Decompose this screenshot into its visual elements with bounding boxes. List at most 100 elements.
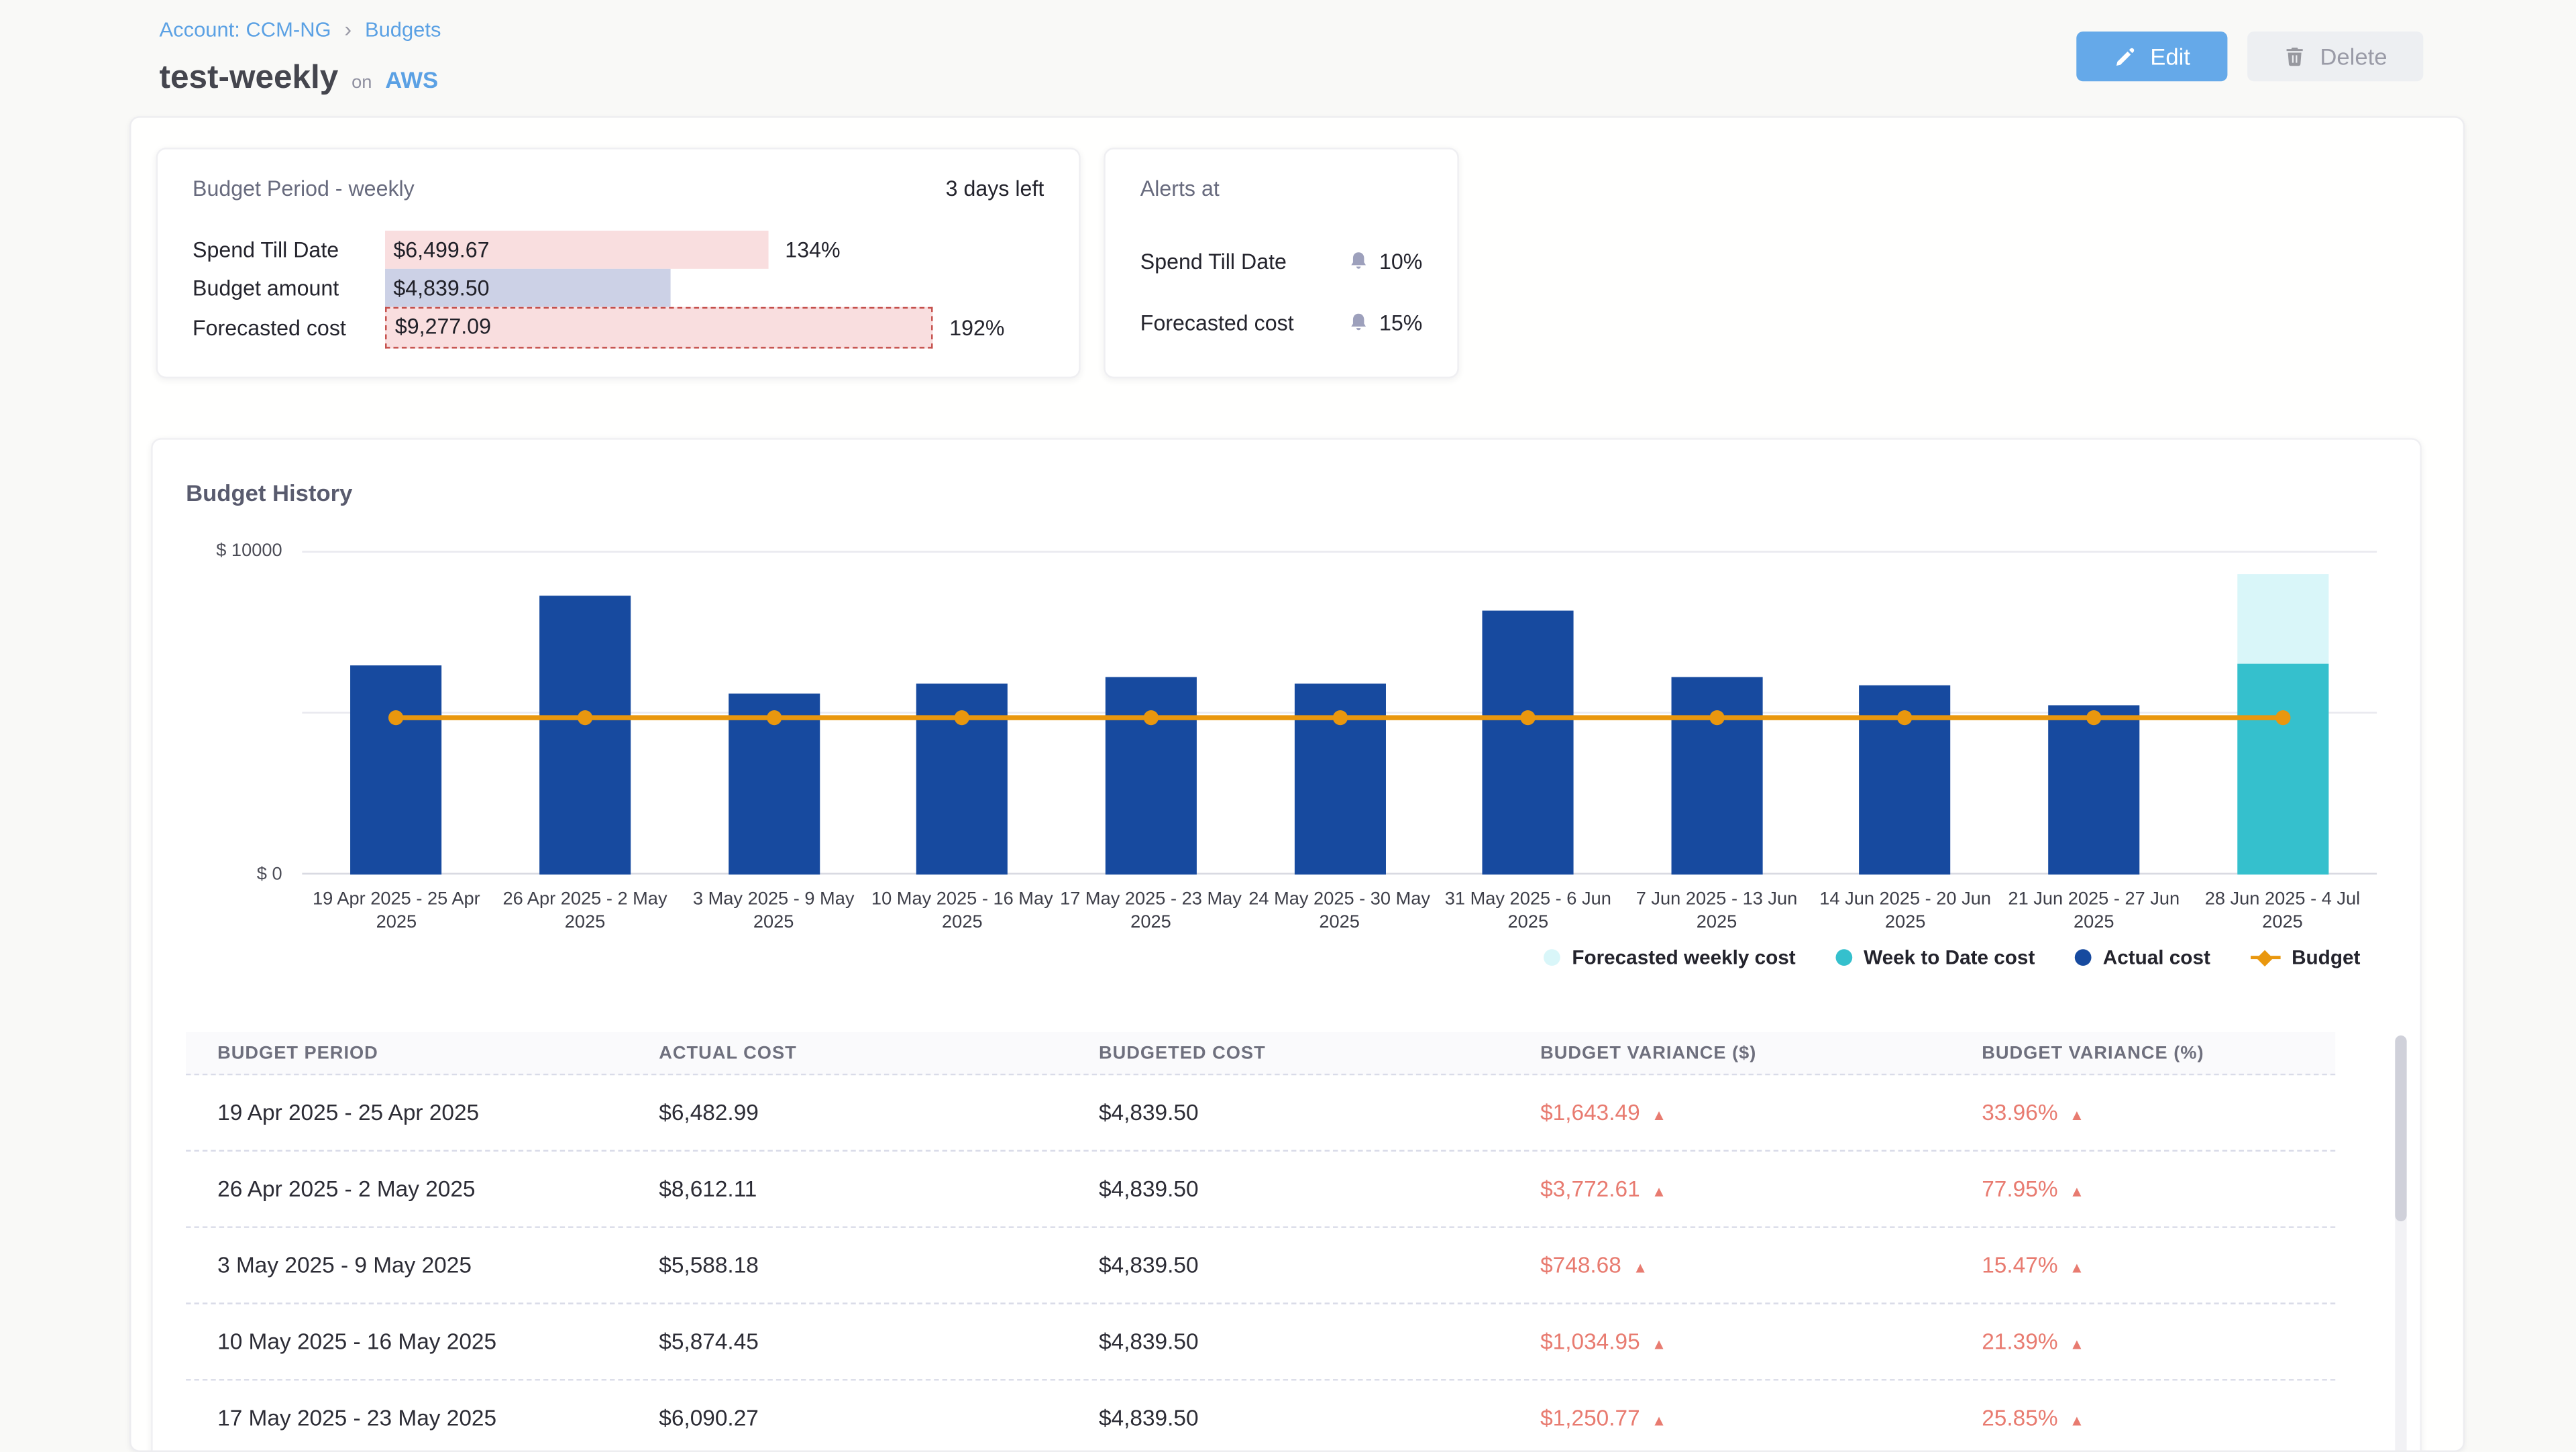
- alert-threshold: 15%: [1379, 309, 1422, 334]
- chart-bar-week-to-date[interactable]: [2237, 664, 2328, 875]
- x-axis-label: 17 May 2025 - 23 May 2025: [1060, 888, 1242, 936]
- budget-period-bar: $4,839.50: [385, 269, 671, 307]
- chart-bar-actual[interactable]: [1671, 678, 1762, 875]
- cell-actual-cost: $6,482.99: [627, 1100, 1067, 1125]
- variance-up-arrow-icon: ▲: [2070, 1183, 2084, 1200]
- table-row: 17 May 2025 - 23 May 2025$6,090.27$4,839…: [186, 1381, 2335, 1452]
- alert-label: Forecasted cost: [1140, 309, 1348, 334]
- cell-budget-period: 19 Apr 2025 - 25 Apr 2025: [186, 1100, 627, 1125]
- budget-period-card: Budget Period - weekly 3 days left Spend…: [156, 148, 1081, 378]
- cell-budgeted-cost: $4,839.50: [1067, 1329, 1509, 1354]
- table-scrollbar-thumb[interactable]: [2395, 1036, 2406, 1221]
- chart-legend: Forecasted weekly cost Week to Date cost A…: [1544, 946, 2360, 969]
- cell-actual-cost: $5,588.18: [627, 1253, 1067, 1278]
- bell-icon: [1348, 249, 1369, 271]
- budget-period-row-label: Budget amount: [193, 269, 339, 307]
- x-axis-label: 28 Jun 2025 - 4 Jul 2025: [2192, 888, 2373, 936]
- alert-label: Spend Till Date: [1140, 248, 1348, 273]
- legend-swatch-dot: [1544, 949, 1560, 966]
- budget-period-row-label: Forecasted cost: [193, 307, 346, 349]
- alerts-card: Alerts at Spend Till Date10%Forecasted c…: [1104, 148, 1458, 378]
- variance-up-arrow-icon: ▲: [1652, 1412, 1666, 1429]
- legend-label: Actual cost: [2103, 946, 2210, 969]
- breadcrumb-account-link[interactable]: Account: CCM-NG: [160, 17, 331, 41]
- x-axis-label: 21 Jun 2025 - 27 Jun 2025: [2003, 888, 2185, 936]
- x-axis-label: 24 May 2025 - 30 May 2025: [1248, 888, 1430, 936]
- cell-budget-period: 10 May 2025 - 16 May 2025: [186, 1329, 627, 1354]
- variance-up-arrow-icon: ▲: [2070, 1336, 2084, 1353]
- legend-item-forecasted-weekly-cost[interactable]: Forecasted weekly cost: [1544, 946, 1795, 969]
- cell-budgeted-cost: $4,839.50: [1067, 1176, 1509, 1201]
- table-header-cell: BUDGET VARIANCE ($): [1509, 1043, 1950, 1063]
- header-actions: Edit Delete: [2076, 32, 2423, 81]
- chart-bar-actual[interactable]: [539, 596, 631, 874]
- legend-item-budget[interactable]: Budget: [2250, 946, 2360, 969]
- variance-up-arrow-icon: ▲: [1633, 1260, 1648, 1276]
- cell-budgeted-cost: $4,839.50: [1067, 1406, 1509, 1431]
- table-row: 19 Apr 2025 - 25 Apr 2025$6,482.99$4,839…: [186, 1075, 2335, 1152]
- cell-budget-period: 3 May 2025 - 9 May 2025: [186, 1253, 627, 1278]
- page-title-row: test-weekly on AWS: [160, 60, 439, 98]
- chart-bar-actual[interactable]: [1105, 677, 1196, 875]
- edit-button-label: Edit: [2150, 43, 2190, 70]
- x-axis-label: 3 May 2025 - 9 May 2025: [683, 888, 865, 936]
- table-scrollbar[interactable]: [2395, 1036, 2406, 1452]
- edit-button[interactable]: Edit: [2076, 32, 2227, 81]
- trash-icon: [2284, 45, 2305, 68]
- breadcrumb-budgets-link[interactable]: Budgets: [365, 17, 441, 41]
- pencil-icon: [2114, 46, 2135, 67]
- cell-budget-variance-pct: 33.96%▲: [1950, 1100, 2335, 1125]
- legend-label: Week to Date cost: [1864, 946, 2035, 969]
- y-axis-tick-max: $ 10000: [166, 541, 282, 561]
- table-header-cell: BUDGETED COST: [1067, 1043, 1509, 1063]
- budget-period-title: Budget Period - weekly: [193, 176, 415, 201]
- delete-button[interactable]: Delete: [2247, 32, 2423, 81]
- chart-bar-actual[interactable]: [2048, 706, 2139, 875]
- budget-line-point[interactable]: [1709, 710, 1724, 725]
- x-axis-label: 31 May 2025 - 6 Jun 2025: [1437, 888, 1619, 936]
- variance-up-arrow-icon: ▲: [1652, 1107, 1666, 1123]
- legend-item-week-to-date-cost[interactable]: Week to Date cost: [1835, 946, 2035, 969]
- legend-swatch-dot: [2075, 949, 2092, 966]
- delete-button-label: Delete: [2320, 43, 2387, 70]
- chart-bar-actual[interactable]: [351, 665, 442, 875]
- budget-period-row: Spend Till Date$6,499.67134%: [158, 231, 1079, 269]
- cell-budget-period: 17 May 2025 - 23 May 2025: [186, 1406, 627, 1431]
- legend-label: Budget: [2292, 946, 2360, 969]
- page-title: test-weekly: [160, 60, 339, 98]
- budget-line-point[interactable]: [2275, 710, 2290, 725]
- alert-row: Forecasted cost 15%: [1140, 304, 1423, 340]
- chart-plot: 19 Apr 2025 - 25 Apr 202526 Apr 2025 - 2…: [302, 551, 2377, 874]
- title-on-label: on: [352, 73, 372, 93]
- cell-budget-variance-usd: $748.68▲: [1509, 1253, 1950, 1278]
- budget-history-card: Budget History $ 10000 $ 0 19 Apr 2025 -…: [151, 438, 2422, 1452]
- variance-up-arrow-icon: ▲: [2070, 1260, 2084, 1276]
- x-axis-label: 14 Jun 2025 - 20 Jun 2025: [1815, 888, 1996, 936]
- variance-up-arrow-icon: ▲: [1652, 1183, 1666, 1200]
- page: Account: CCM-NG › Budgets test-weekly on…: [0, 0, 2576, 1449]
- budget-period-row-label: Spend Till Date: [193, 231, 339, 269]
- budget-period-row: Budget amount $4,839.50: [158, 269, 1079, 307]
- x-axis-label: 7 Jun 2025 - 13 Jun 2025: [1625, 888, 1807, 936]
- variance-up-arrow-icon: ▲: [2070, 1412, 2084, 1429]
- legend-item-actual-cost[interactable]: Actual cost: [2075, 946, 2210, 969]
- budget-period-bar: $9,277.09: [385, 307, 932, 349]
- chevron-right-icon: ›: [344, 17, 352, 42]
- budget-period-row: Forecasted cost $9,277.09 192%: [158, 307, 1079, 349]
- cell-actual-cost: $8,612.11: [627, 1176, 1067, 1201]
- cell-budgeted-cost: $4,839.50: [1067, 1100, 1509, 1125]
- variance-up-arrow-icon: ▲: [1652, 1336, 1666, 1353]
- chart-bar-actual[interactable]: [1483, 611, 1574, 875]
- gridline-10000: [302, 551, 2377, 552]
- x-axis-label: 19 Apr 2025 - 25 Apr 2025: [305, 888, 487, 936]
- legend-swatch-dot: [1835, 949, 1852, 966]
- y-axis-tick-zero: $ 0: [166, 864, 282, 885]
- cell-budget-variance-usd: $1,034.95▲: [1509, 1329, 1950, 1354]
- table-header-cell: BUDGET PERIOD: [186, 1043, 627, 1063]
- variance-up-arrow-icon: ▲: [2070, 1107, 2084, 1123]
- cell-budgeted-cost: $4,839.50: [1067, 1253, 1509, 1278]
- cell-budget-variance-usd: $1,643.49▲: [1509, 1100, 1950, 1125]
- budget-period-percent: 192%: [949, 307, 1004, 349]
- budget-history-table: BUDGET PERIODACTUAL COSTBUDGETED COSTBUD…: [186, 1032, 2335, 1452]
- budget-line-point[interactable]: [1143, 710, 1158, 725]
